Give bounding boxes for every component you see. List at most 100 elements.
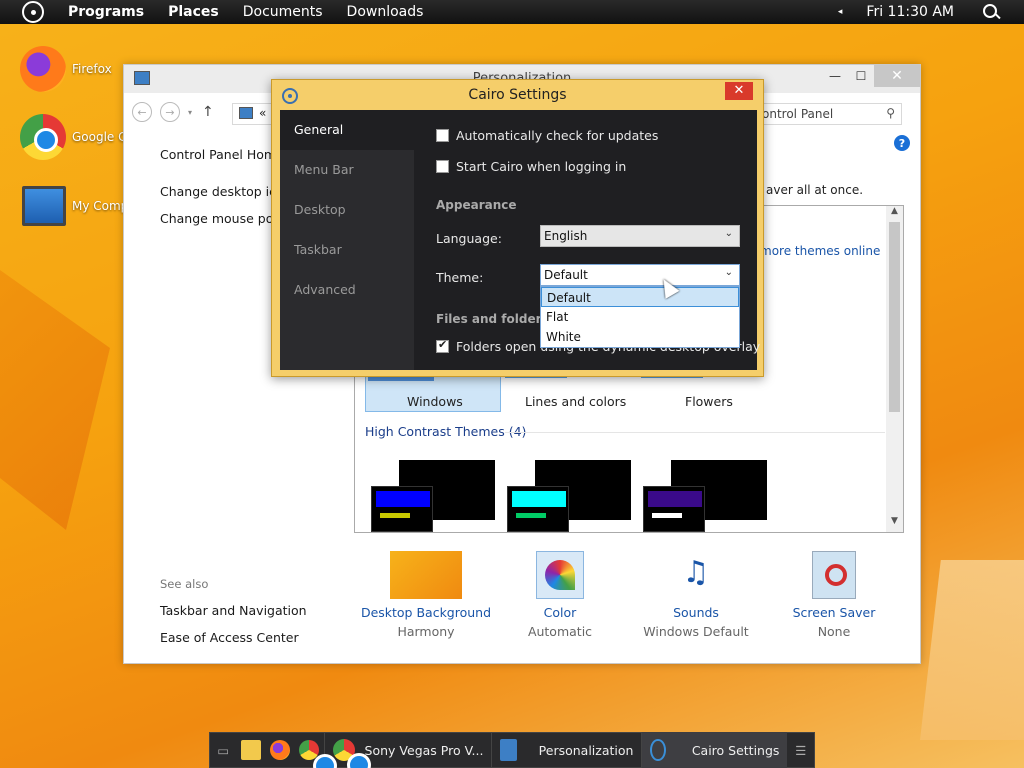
scroll-down-icon[interactable]: ▼ xyxy=(886,516,903,532)
task-label: Cairo Settings xyxy=(691,742,780,758)
checkbox-label: Automatically check for updates xyxy=(456,128,659,143)
screen-saver-button[interactable]: Screen Saver None xyxy=(766,551,902,639)
theme-label: Theme: xyxy=(436,270,484,285)
tab-taskbar[interactable]: Taskbar xyxy=(280,230,414,270)
language-value: English xyxy=(544,229,588,243)
settings-sidebar: General Menu Bar Desktop Taskbar Advance… xyxy=(280,110,414,370)
tab-desktop[interactable]: Desktop xyxy=(280,190,414,230)
bottom-item-name: Screen Saver xyxy=(792,605,876,620)
task-sony-vegas[interactable]: Sony Vegas Pro V... xyxy=(323,732,492,768)
high-contrast-theme[interactable] xyxy=(371,460,499,532)
maximize-button[interactable]: ☐ xyxy=(848,65,874,87)
chrome-icon xyxy=(332,739,371,768)
see-also-heading: See also xyxy=(160,577,209,591)
control-panel-icon xyxy=(500,739,517,761)
desktop-icon-label: My Comp xyxy=(72,199,129,213)
language-label: Language: xyxy=(436,231,502,246)
theme-option-white[interactable]: White xyxy=(541,327,739,347)
task-label: Personalization xyxy=(538,742,634,758)
color-button[interactable]: Color Automatic xyxy=(492,551,628,639)
sounds-icon: ♫ xyxy=(682,555,710,590)
ease-of-access-link[interactable]: Ease of Access Center xyxy=(160,630,307,645)
tab-menu-bar[interactable]: Menu Bar xyxy=(280,150,414,190)
search-placeholder: ontrol Panel xyxy=(762,107,834,121)
search-icon[interactable]: ⚲ xyxy=(886,106,895,120)
help-icon[interactable]: ? xyxy=(894,135,910,151)
back-button[interactable]: ← xyxy=(132,102,152,122)
scroll-up-icon[interactable]: ▲ xyxy=(886,206,903,222)
task-personalization[interactable]: Personalization xyxy=(491,732,641,768)
close-button[interactable]: ✕ xyxy=(725,82,753,100)
file-explorer-icon[interactable] xyxy=(240,732,263,768)
up-button[interactable]: ↑ xyxy=(202,104,214,120)
desktop-icon-firefox[interactable]: Firefox xyxy=(20,46,112,92)
desktop-background-icon xyxy=(390,551,462,599)
instructions-text: aver all at once. xyxy=(766,183,864,197)
menu-documents[interactable]: Documents xyxy=(243,4,323,20)
theme-select[interactable]: Default ⌄ xyxy=(540,264,740,286)
search-input[interactable]: ontrol Panel ⚲ xyxy=(756,103,902,125)
appearance-heading: Appearance xyxy=(436,198,517,212)
theme-dropdown-list: Default Flat White xyxy=(540,286,740,348)
cairo-icon xyxy=(650,739,666,761)
tab-general[interactable]: General xyxy=(280,110,414,150)
desktop-icon-chrome[interactable]: Google C xyxy=(20,114,127,160)
forward-button[interactable]: → xyxy=(160,102,180,122)
section-divider xyxy=(505,432,885,433)
sounds-button[interactable]: ♫ Sounds Windows Default xyxy=(628,551,764,639)
search-icon[interactable] xyxy=(978,0,1006,24)
screen-saver-icon xyxy=(812,551,856,599)
theme-value: Default xyxy=(544,268,588,282)
hc-bar xyxy=(512,491,566,507)
cairo-logo-icon[interactable] xyxy=(22,1,44,23)
control-panel-icon xyxy=(239,107,253,119)
themes-scrollbar[interactable]: ▲ ▼ xyxy=(886,206,903,532)
start-on-login-checkbox[interactable]: Start Cairo when logging in xyxy=(436,159,626,174)
hc-accent xyxy=(652,513,682,518)
chrome-icon xyxy=(20,114,66,160)
files-folders-heading: Files and folders xyxy=(436,312,549,326)
desktop-icon-label: Google C xyxy=(72,130,127,144)
menu-places[interactable]: Places xyxy=(168,4,219,20)
theme-option-default[interactable]: Default xyxy=(541,287,739,307)
wallpaper-shape xyxy=(920,560,1024,740)
recent-pages-icon[interactable]: ▾ xyxy=(188,108,192,117)
minimize-button[interactable]: — xyxy=(822,65,848,87)
bottom-item-name: Desktop Background xyxy=(360,605,492,620)
top-menu-bar: Programs Places Documents Downloads ◂ Fr… xyxy=(0,0,1024,24)
task-label: Sony Vegas Pro V... xyxy=(364,742,484,758)
taskbar-navigation-link[interactable]: Taskbar and Navigation xyxy=(160,603,307,618)
wallpaper-shape xyxy=(0,270,110,530)
close-button[interactable]: ✕ xyxy=(874,65,920,87)
get-more-themes-link[interactable]: more themes online xyxy=(760,244,880,258)
computer-icon xyxy=(22,186,66,226)
menu-icon[interactable]: ☰ xyxy=(787,732,814,768)
theme-label[interactable]: Flowers xyxy=(685,394,733,409)
tray-expand-icon[interactable]: ◂ xyxy=(838,7,843,17)
task-cairo-settings[interactable]: Cairo Settings xyxy=(641,732,788,768)
high-contrast-theme[interactable] xyxy=(643,460,771,532)
high-contrast-theme[interactable] xyxy=(507,460,635,532)
high-contrast-header: High Contrast Themes (4) xyxy=(365,424,527,439)
clock[interactable]: Fri 11:30 AM xyxy=(866,4,954,20)
menu-programs[interactable]: Programs xyxy=(68,4,144,20)
firefox-icon[interactable] xyxy=(269,732,292,768)
hc-bar xyxy=(376,491,430,507)
bottom-item-sub: Automatic xyxy=(527,624,593,639)
address-breadcrumb: « xyxy=(259,106,267,120)
desktop-background-button[interactable]: Desktop Background Harmony xyxy=(358,551,494,639)
menu-downloads[interactable]: Downloads xyxy=(347,4,424,20)
chrome-icon[interactable] xyxy=(298,732,338,768)
dialog-title: Cairo Settings xyxy=(468,87,567,103)
auto-update-checkbox[interactable]: Automatically check for updates xyxy=(436,128,658,143)
tab-advanced[interactable]: Advanced xyxy=(280,270,414,310)
scroll-thumb[interactable] xyxy=(889,222,900,412)
firefox-icon xyxy=(20,46,66,92)
desktop-icon-my-computer[interactable]: My Comp xyxy=(22,186,128,226)
language-select[interactable]: English ⌄ xyxy=(540,225,740,247)
bottom-item-sub: Harmony xyxy=(397,624,455,639)
show-desktop-icon[interactable]: ▭ xyxy=(210,732,237,768)
theme-label[interactable]: Lines and colors xyxy=(525,394,626,409)
theme-label[interactable]: Windows xyxy=(407,394,463,409)
theme-option-flat[interactable]: Flat xyxy=(541,307,739,327)
